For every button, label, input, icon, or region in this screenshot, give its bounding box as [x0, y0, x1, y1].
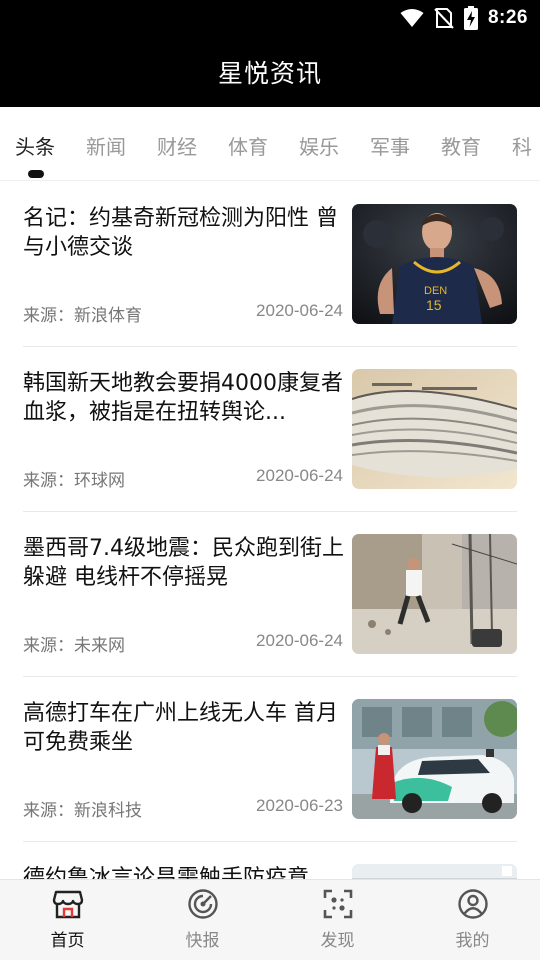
driverless-car-photo: [352, 699, 517, 819]
news-item[interactable]: 高德打车在广州上线无人车 首月可免费乘坐 来源：新浪科技 2020-06-23: [23, 677, 517, 842]
nav-flash[interactable]: 快报: [135, 880, 270, 960]
news-thumbnail: DEN 15: [352, 204, 517, 324]
news-list: 名记：约基奇新冠检测为阳性 曾与小德交谈 来源：新浪体育 2020-06-24 …: [0, 182, 540, 879]
news-thumbnail: [352, 864, 517, 879]
news-item[interactable]: 韩国新天地教会要捐4000康复者血浆，被指是在扭转舆论... 来源：环球网 20…: [23, 347, 517, 512]
radar-icon: [187, 889, 218, 919]
news-thumbnail: [352, 534, 517, 654]
news-title: 韩国新天地教会要捐4000康复者血浆，被指是在扭转舆论...: [23, 371, 343, 425]
news-date: 2020-06-24: [256, 466, 343, 485]
nav-home[interactable]: 首页: [0, 880, 135, 960]
news-date: 2020-06-23: [256, 796, 343, 815]
tab-sports[interactable]: 体育: [228, 131, 268, 160]
wifi-icon: [400, 9, 424, 27]
battery-charging-icon: [463, 6, 478, 30]
news-source: 来源：环球网: [23, 471, 125, 491]
partial-photo: [352, 864, 517, 879]
svg-text:15: 15: [426, 297, 442, 313]
nav-profile-label: 我的: [455, 931, 490, 951]
news-item[interactable]: 墨西哥7.4级地震：民众跑到街上躲避 电线杆不停摇晃 来源：未来网 2020-0…: [23, 512, 517, 677]
news-title: 德约鲁冰言论昌需触手防疫意: [23, 866, 310, 879]
category-tabs: 头条 新闻 财经 体育 娱乐 军事 教育 科: [0, 107, 540, 181]
news-item[interactable]: 名记：约基奇新冠检测为阳性 曾与小德交谈 来源：新浪体育 2020-06-24 …: [23, 182, 517, 347]
tab-headlines[interactable]: 头条: [15, 131, 55, 160]
store-home-icon: [52, 890, 83, 919]
user-profile-icon: [457, 889, 488, 919]
tab-education[interactable]: 教育: [441, 131, 481, 160]
tab-finance[interactable]: 财经: [157, 131, 197, 160]
news-source: 来源：未来网: [23, 636, 125, 656]
earthquake-street-photo: [352, 534, 517, 654]
nav-profile[interactable]: 我的: [405, 880, 540, 960]
news-source: 来源：新浪体育: [23, 306, 142, 326]
newspaper-stack-photo: [352, 369, 517, 489]
svg-text:DEN: DEN: [424, 285, 447, 297]
no-sim-icon: [434, 8, 454, 29]
nav-flash-label: 快报: [185, 931, 220, 951]
status-bar: 8:26: [0, 0, 540, 36]
news-title: 名记：约基奇新冠检测为阳性 曾与小德交谈: [23, 206, 338, 260]
basketball-player-photo: DEN 15: [352, 204, 517, 324]
app-title: 星悦资讯: [217, 58, 322, 88]
news-item[interactable]: 德约鲁冰言论昌需触手防疫意: [23, 842, 517, 879]
news-date: 2020-06-24: [256, 631, 343, 650]
news-title: 高德打车在广州上线无人车 首月可免费乘坐: [23, 701, 338, 755]
nav-discover-label: 发现: [320, 931, 355, 951]
status-time: 8:26: [487, 7, 528, 28]
tab-military[interactable]: 军事: [370, 131, 410, 160]
scan-discover-icon: [323, 889, 352, 919]
news-date: 2020-06-24: [256, 301, 343, 320]
tab-science[interactable]: 科: [512, 131, 532, 160]
app-header: 星悦资讯: [0, 36, 540, 107]
tab-entertainment[interactable]: 娱乐: [299, 131, 339, 160]
nav-home-label: 首页: [50, 931, 85, 951]
news-thumbnail: [352, 369, 517, 489]
news-thumbnail: [352, 699, 517, 819]
news-source: 来源：新浪科技: [23, 801, 142, 821]
tab-news[interactable]: 新闻: [86, 131, 126, 160]
news-title: 墨西哥7.4级地震：民众跑到街上躲避 电线杆不停摇晃: [23, 536, 344, 590]
active-tab-indicator: [28, 170, 44, 178]
bottom-navigation: 首页 快报 发现 我的: [0, 879, 540, 960]
nav-discover[interactable]: 发现: [270, 880, 405, 960]
